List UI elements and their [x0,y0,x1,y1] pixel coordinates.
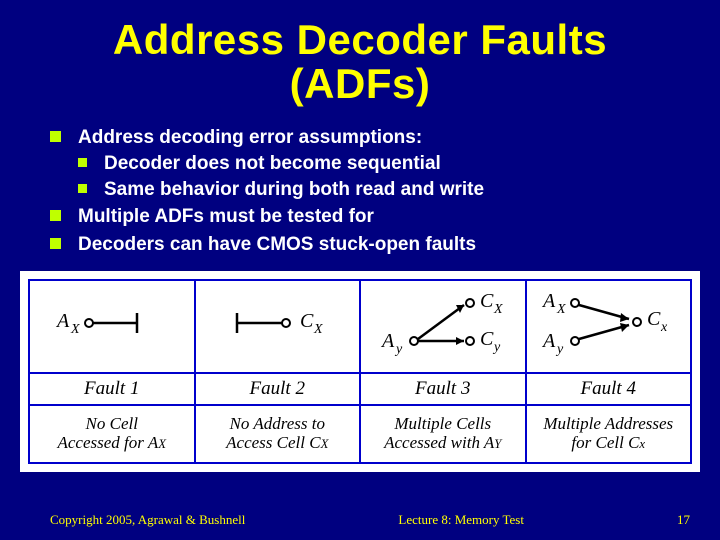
svg-text:y: y [555,342,564,357]
bullet-1-text: Address decoding error assumptions: [78,127,422,148]
svg-text:X: X [313,322,323,337]
svg-text:C: C [480,328,494,350]
footer: Copyright 2005, Agrawal & Bushnell Lectu… [0,512,720,528]
svg-text:X: X [493,302,503,317]
fault-3-label: Fault 3 [360,373,526,405]
bullet-1a: Decoder does not become sequential [78,152,690,176]
fault-2-desc: No Address to Access Cell CX [195,405,361,463]
svg-text:A: A [541,330,556,352]
fault-1-desc: No Cell Accessed for AX [29,405,195,463]
svg-text:C: C [647,308,661,330]
fault-3-desc: Multiple Cells Accessed with AY [360,405,526,463]
title-line-2: (ADFs) [290,60,431,107]
svg-text:A: A [55,310,70,332]
bullet-1b: Same behavior during both read and write [78,178,690,202]
footer-page: 17 [677,512,690,528]
footer-copyright: Copyright 2005, Agrawal & Bushnell [50,512,245,528]
bullet-3: Decoders can have CMOS stuck-open faults [50,233,690,257]
svg-text:x: x [660,320,668,335]
svg-text:A: A [541,290,556,312]
footer-lecture: Lecture 8: Memory Test [398,512,524,528]
bullet-content: Address decoding error assumptions: Deco… [0,116,720,257]
fault-2-label: Fault 2 [195,373,361,405]
svg-text:C: C [300,310,314,332]
slide-title: Address Decoder Faults (ADFs) [0,0,720,116]
svg-text:X: X [70,322,80,337]
title-line-1: Address Decoder Faults [113,16,607,63]
diagram-fault-4: A X A y C x [526,280,692,373]
fault-4-desc: Multiple Addresses for Cell Cx [526,405,692,463]
diagram-fault-2: C X [195,280,361,373]
fault-figure: A X C X A y [20,271,700,472]
bullet-2: Multiple ADFs must be tested for [50,205,690,229]
diagram-fault-1: A X [29,280,195,373]
diagram-fault-3: A y C X C y [360,280,526,373]
svg-text:y: y [492,340,501,355]
bullet-1: Address decoding error assumptions: Deco… [50,126,690,201]
svg-text:y: y [394,342,403,357]
svg-text:C: C [480,290,494,312]
fault-4-label: Fault 4 [526,373,692,405]
svg-text:A: A [380,330,395,352]
fault-1-label: Fault 1 [29,373,195,405]
svg-text:X: X [556,302,566,317]
